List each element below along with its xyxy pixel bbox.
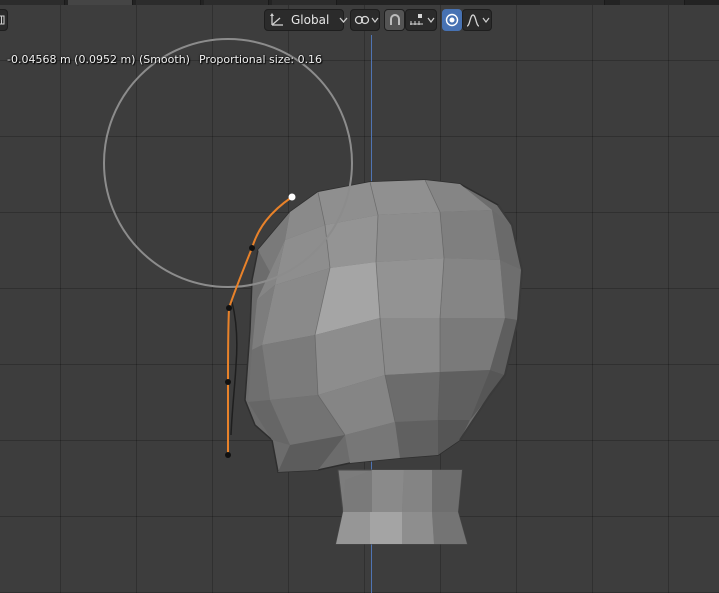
toolbar-toggle-icon — [0, 15, 6, 25]
chevron-down-icon — [339, 17, 348, 23]
viewport-header: Global — [0, 5, 719, 35]
proportional-size-readout: Proportional size: 0.16 — [198, 53, 323, 66]
control-point[interactable] — [225, 379, 231, 385]
control-point[interactable] — [249, 245, 255, 251]
snap-target-dropdown[interactable] — [405, 9, 437, 31]
proportional-edit-toggle[interactable] — [442, 9, 462, 31]
offset-readout: -0.04568 m (0.0952 m) (Smooth) — [7, 53, 190, 66]
neck-mesh — [335, 469, 468, 545]
increment-snap-icon — [409, 13, 425, 27]
chevron-down-icon — [427, 17, 435, 23]
transform-orientation-dropdown[interactable]: Global — [264, 9, 348, 31]
chevron-down-icon — [371, 17, 379, 23]
falloff-dropdown[interactable] — [462, 9, 492, 31]
smooth-falloff-icon — [466, 13, 480, 27]
transform-status-text: -0.04568 m (0.0952 m) (Smooth) Proportion… — [0, 40, 331, 66]
magnet-icon — [388, 13, 402, 27]
transform-axes-icon — [269, 13, 285, 27]
link-icon — [354, 13, 370, 27]
toolbar-toggle-button[interactable] — [0, 9, 8, 31]
snap-toggle-button[interactable] — [384, 9, 405, 31]
active-control-point[interactable] — [288, 193, 296, 201]
control-point[interactable] — [225, 452, 231, 458]
pivot-point-dropdown[interactable] — [350, 9, 380, 31]
control-point[interactable] — [226, 305, 232, 311]
head-mesh — [244, 179, 524, 473]
scene-canvas — [103, 38, 524, 545]
proportional-edit-icon — [445, 13, 459, 27]
chevron-down-icon — [482, 17, 490, 23]
transform-orientation-value: Global — [291, 13, 330, 27]
